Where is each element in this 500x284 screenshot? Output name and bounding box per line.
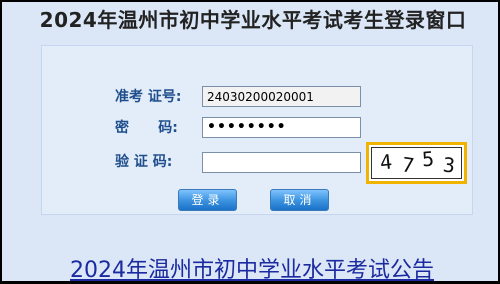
- captcha-image-inner: 4 7 5 3: [371, 147, 462, 179]
- login-button[interactable]: 登录: [178, 189, 237, 211]
- password-label: 密 码:: [115, 120, 178, 136]
- cancel-button[interactable]: 取消: [270, 189, 329, 211]
- exam-number-field[interactable]: [202, 86, 361, 107]
- exam-notice-link[interactable]: 2024年温州市初中学业水平考试公告: [2, 252, 500, 284]
- page-title: 2024年温州市初中学业水平考试考生登录窗口: [39, 8, 467, 32]
- captcha-input[interactable]: [202, 152, 361, 173]
- captcha-digit: 4: [378, 149, 394, 175]
- captcha-image[interactable]: 4 7 5 3: [366, 142, 467, 184]
- captcha-digit: 3: [441, 152, 457, 178]
- password-field[interactable]: ••••••••: [202, 117, 361, 138]
- captcha-digit: 7: [400, 152, 416, 178]
- exam-number-label: 准考 证号:: [115, 89, 182, 105]
- captcha-digit: 5: [421, 147, 435, 172]
- login-window: 2024年温州市初中学业水平考试考生登录窗口 准考 证号: 密 码: •••••…: [0, 0, 500, 283]
- captcha-label: 验 证 码:: [115, 154, 173, 170]
